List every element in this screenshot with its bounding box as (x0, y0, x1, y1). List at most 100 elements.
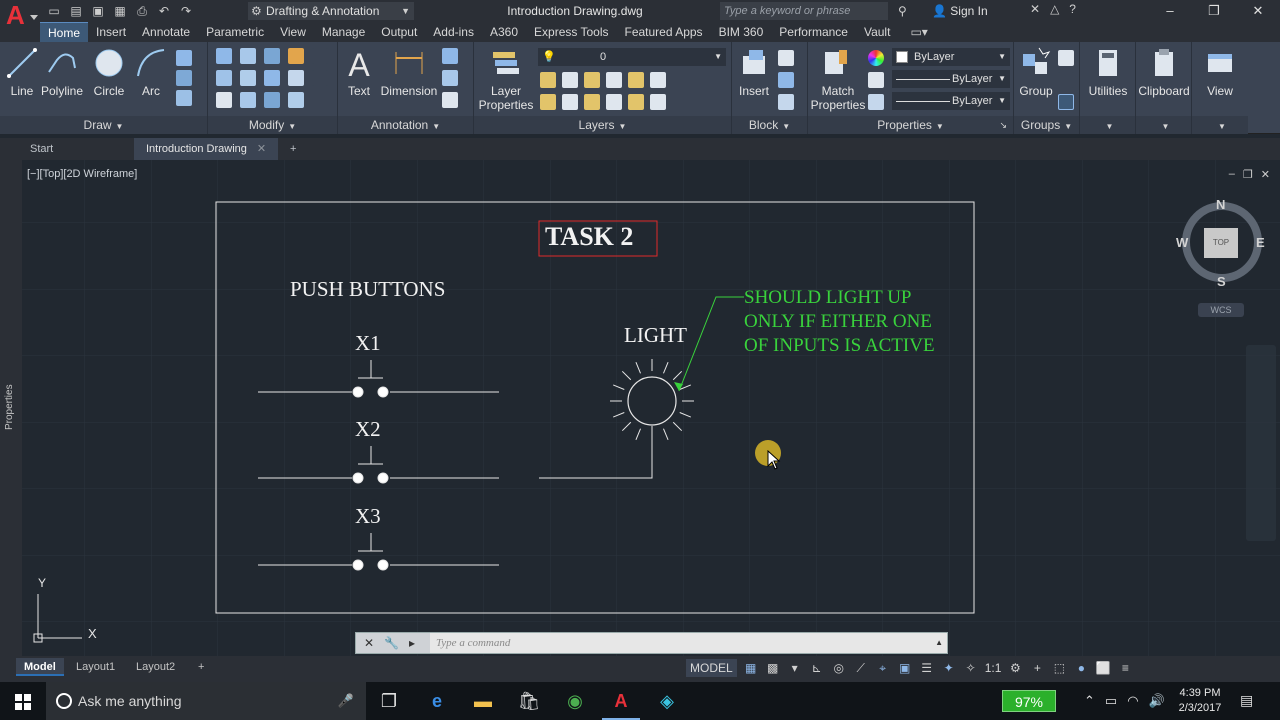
task-view-button[interactable]: ❐ (366, 682, 412, 720)
a360-icon[interactable]: △ (1050, 2, 1059, 16)
annotation-visibility-icon[interactable]: ✧ (963, 661, 979, 675)
annotation-scale-icon[interactable]: ✦ (941, 661, 957, 675)
layer-properties-button[interactable]: Layer Properties (476, 46, 536, 112)
ribbon-display-toggle-icon[interactable]: ▭▾ (910, 22, 927, 42)
minimize-icon[interactable]: – (1229, 168, 1235, 181)
tab-express-tools[interactable]: Express Tools (526, 22, 616, 42)
tab-view[interactable]: View (272, 22, 314, 42)
chevron-up-icon[interactable]: ⌃ (1084, 693, 1095, 709)
undo-icon[interactable]: ↶ (156, 3, 172, 19)
viewport-controls[interactable]: [−][Top][2D Wireframe] (27, 168, 137, 180)
plus-icon[interactable]: + (1029, 661, 1045, 675)
clock[interactable]: 4:39 PM 2/3/2017 (1170, 686, 1230, 716)
close-icon[interactable]: ✕ (364, 633, 374, 653)
tab-introduction-drawing[interactable]: Introduction Drawing ✕ (134, 138, 278, 160)
view-button[interactable]: View (1196, 46, 1244, 98)
hardware-accel-icon[interactable]: ● (1073, 661, 1089, 675)
tab-bim-360[interactable]: BIM 360 (711, 22, 772, 42)
layer-match-icon[interactable] (540, 72, 556, 88)
chevron-up-icon[interactable]: ▲ (935, 633, 943, 653)
chrome-button[interactable]: ◉ (552, 682, 598, 720)
grid-icon[interactable]: ▦ (743, 661, 759, 675)
explode-icon[interactable] (288, 70, 304, 86)
tab-featured-apps[interactable]: Featured Apps (617, 22, 711, 42)
drawing-canvas[interactable]: [−][Top][2D Wireframe] – ❐ ✕ Y X (22, 160, 1280, 656)
tab-manage[interactable]: Manage (314, 22, 373, 42)
new-tab-button[interactable]: + (284, 138, 308, 160)
draw-panel-label[interactable]: Draw ▼ (0, 116, 207, 134)
annotation-scale[interactable]: 1:1 (985, 661, 1002, 675)
tab-performance[interactable]: Performance (771, 22, 856, 42)
annotation-panel-label[interactable]: Annotation ▼ (338, 116, 473, 134)
restore-icon[interactable]: ❐ (1243, 168, 1253, 181)
tab-model[interactable]: Model (16, 658, 64, 676)
color-dropdown[interactable]: ByLayer ▼ (892, 48, 1010, 66)
erase-icon[interactable] (288, 48, 304, 64)
binoculars-icon[interactable]: ⚲ (898, 2, 907, 20)
tab-output[interactable]: Output (373, 22, 425, 42)
clean-screen-icon[interactable]: ⬜ (1095, 661, 1111, 675)
properties-palette-bar[interactable]: Properties (0, 160, 22, 656)
battery-indicator[interactable]: 97% (1002, 690, 1056, 712)
model-space-toggle[interactable]: MODEL (686, 659, 737, 677)
gear-icon[interactable]: ⚙ (1007, 661, 1023, 675)
customization-icon[interactable]: ≡ (1117, 661, 1133, 675)
edit-block-icon[interactable] (778, 72, 794, 88)
block-panel-label[interactable]: Block ▼ (732, 116, 807, 134)
dialog-launcher-icon[interactable]: ↘ (999, 116, 1007, 134)
chevron-down-icon[interactable]: ▼ (1218, 122, 1226, 131)
rectangle-icon[interactable] (176, 50, 192, 66)
viewcube-east[interactable]: E (1256, 235, 1265, 250)
lineweight-icon[interactable]: ☰ (919, 661, 935, 675)
layer-thaw-icon[interactable] (562, 94, 578, 110)
tab-annotate[interactable]: Annotate (134, 22, 198, 42)
modify-panel-label[interactable]: Modify ▼ (208, 116, 337, 134)
close-icon[interactable]: ✕ (1261, 168, 1270, 181)
tab-add-ins[interactable]: Add-ins (425, 22, 482, 42)
attribute-icon[interactable] (778, 94, 794, 110)
lineweight-dropdown[interactable]: ByLayer ▼ (892, 92, 1010, 110)
polar-icon[interactable]: ◎ (831, 661, 847, 675)
region-icon[interactable] (176, 90, 192, 106)
copy-icon[interactable] (216, 70, 232, 86)
cortana-search[interactable]: Ask me anything 🎤 (46, 682, 366, 720)
save-as-icon[interactable]: ▦ (112, 3, 128, 19)
linetype-icon[interactable] (868, 72, 884, 88)
scale-icon[interactable] (240, 92, 256, 108)
object-snap-icon[interactable]: ⌖ (875, 661, 891, 676)
tab-layout1[interactable]: Layout1 (68, 658, 123, 676)
tab-home[interactable]: Home (40, 22, 89, 42)
app-taskbar-button[interactable]: ◈ (644, 682, 690, 720)
start-button[interactable] (0, 682, 46, 720)
restore-icon[interactable]: ❐ (1192, 0, 1236, 22)
isolate-icon[interactable]: ⬚ (1051, 661, 1067, 675)
insert-button[interactable]: Insert (734, 46, 774, 98)
layer-unlock-icon[interactable] (584, 94, 600, 110)
osnap-tracking-icon[interactable]: ▣ (897, 661, 913, 675)
hatch-icon[interactable] (176, 70, 192, 86)
polyline-button[interactable]: Polyline (40, 46, 84, 98)
sign-in-button[interactable]: ⚲ 👤 Sign In (898, 2, 1026, 20)
properties-panel-label[interactable]: Properties ▼ ↘ (808, 116, 1013, 134)
battery-icon[interactable]: ▭ (1105, 693, 1117, 709)
layer-lock-icon[interactable] (650, 72, 666, 88)
tab-insert[interactable]: Insert (88, 22, 134, 42)
viewcube-north[interactable]: N (1216, 197, 1225, 212)
minimize-icon[interactable]: – (1148, 0, 1192, 22)
close-icon[interactable]: ✕ (1236, 0, 1280, 22)
open-icon[interactable]: ▤ (68, 3, 84, 19)
autocad-taskbar-button[interactable]: A (598, 682, 644, 720)
command-input[interactable]: Type a command (436, 633, 510, 653)
mleader-icon[interactable] (442, 70, 458, 86)
viewcube-south[interactable]: S (1217, 274, 1226, 289)
tab-a360[interactable]: A360 (482, 22, 526, 42)
circle-button[interactable]: Circle (88, 46, 130, 98)
color-wheel-icon[interactable] (868, 50, 884, 66)
utilities-button[interactable]: Utilities (1082, 46, 1134, 98)
edge-button[interactable]: e (414, 682, 460, 720)
close-icon[interactable]: ✕ (257, 143, 266, 155)
dimension-button[interactable]: Dimension (378, 46, 440, 98)
match-properties-button[interactable]: Match Properties (810, 46, 866, 112)
linetype-dropdown[interactable]: ByLayer ▼ (892, 70, 1010, 88)
add-layout-button[interactable]: + (190, 658, 212, 676)
